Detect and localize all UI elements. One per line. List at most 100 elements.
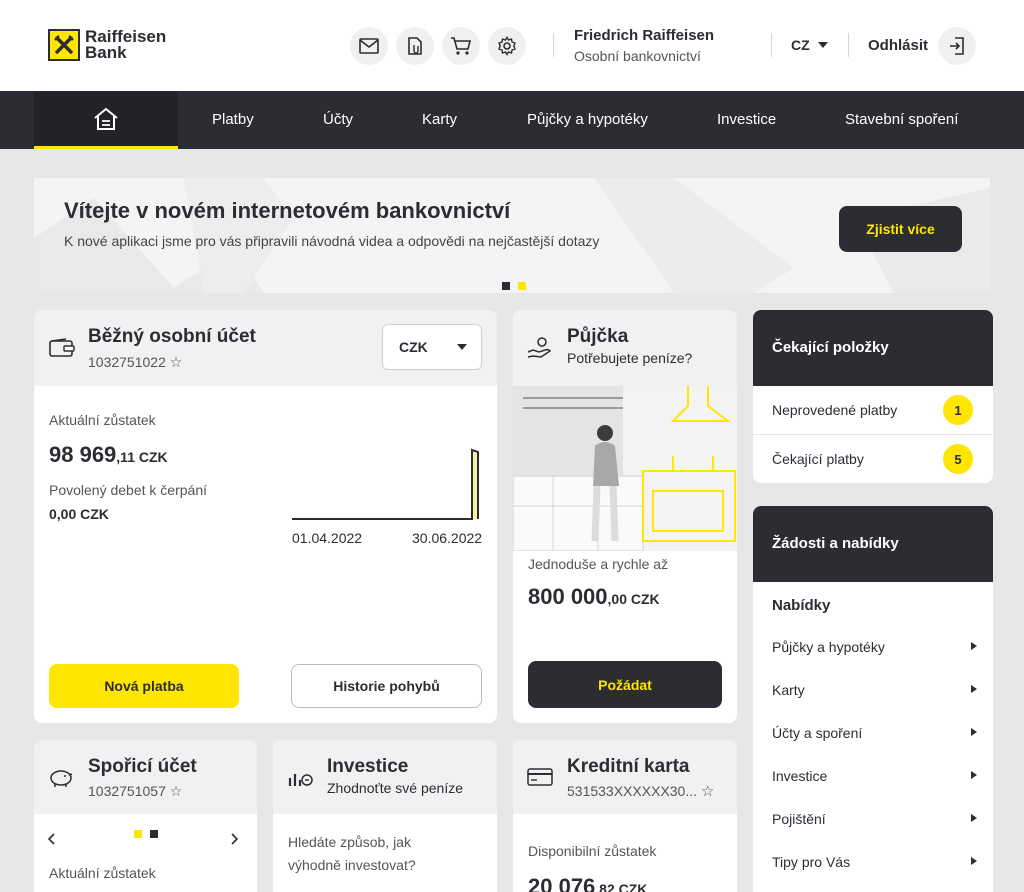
logo-text-line2: Bank (85, 43, 127, 62)
current-account-card: Běžný osobní účet 1032751022 ☆ CZK Aktuá… (34, 310, 497, 723)
favorite-star-icon[interactable]: ☆ (701, 782, 714, 800)
nav-item-stavebni-sporeni[interactable]: Stavební spoření (845, 111, 958, 128)
request-loan-button[interactable]: Požádat (528, 661, 722, 708)
chart-end-date: 30.06.2022 (412, 530, 483, 546)
count-badge: 5 (943, 444, 973, 474)
nav-home[interactable] (34, 91, 178, 149)
offer-item-investments[interactable]: Investice (753, 754, 993, 797)
banner-pagination (502, 282, 526, 290)
nav-item-pujcky[interactable]: Půjčky a hypotéky (527, 111, 648, 128)
home-icon (94, 107, 118, 130)
offer-item-insurance[interactable]: Pojištění (753, 797, 993, 840)
savings-number: 1032751057 ☆ (88, 783, 183, 799)
mail-icon[interactable] (350, 27, 388, 65)
offer-item-label: Karty (772, 681, 805, 698)
credit-card-title[interactable]: Kreditní karta (567, 756, 689, 778)
credit-card-number: 531533XXXXXX30... (567, 783, 697, 799)
investment-subtitle: Zhodnoťte své peníze (327, 780, 464, 796)
carousel-dot-active[interactable] (134, 830, 142, 838)
cart-icon[interactable] (442, 27, 480, 65)
header-divider (771, 33, 772, 57)
pending-row-label: Čekající platby (772, 451, 864, 467)
balance-label: Aktuální zůstatek (49, 412, 156, 428)
count-badge: 1 (943, 395, 973, 425)
pending-items-title: Čekající položky (753, 310, 993, 386)
overdraft-label: Povolený debet k čerpání (49, 482, 207, 498)
loan-title[interactable]: Půjčka (567, 326, 628, 348)
pending-row-failed-payments[interactable]: Neprovedené platby 1 (753, 386, 993, 434)
nav-item-platby[interactable]: Platby (212, 111, 254, 128)
nav-item-investice[interactable]: Investice (717, 111, 776, 128)
user-segment: Osobní bankovnictví (574, 48, 701, 64)
carousel-dot-active[interactable] (518, 282, 526, 290)
chevron-right-icon (971, 857, 977, 865)
investment-card: Investice Zhodnoťte své peníze Hledáte z… (273, 740, 497, 892)
loan-amount: 800 000,00 CZK (528, 584, 660, 609)
language-label: CZ (791, 37, 810, 53)
savings-title[interactable]: Spořicí účet (88, 756, 197, 778)
chevron-down-icon (817, 42, 828, 48)
credit-card-card: Kreditní karta 531533XXXXXX30... ☆ Dispo… (513, 740, 737, 892)
banner-title: Vítejte v novém internetovém bankovnictv… (64, 198, 511, 223)
logo-mark-icon (48, 29, 80, 61)
investment-title[interactable]: Investice (327, 756, 408, 778)
offer-item-label: Půjčky a hypotéky (772, 638, 885, 655)
welcome-banner: Vítejte v novém internetovém bankovnictv… (34, 178, 990, 293)
investment-text-line2: výhodně investovat? (288, 857, 416, 873)
offer-item-loans[interactable]: Půjčky a hypotéky (753, 625, 993, 668)
account-title[interactable]: Běžný osobní účet (88, 326, 256, 348)
piggy-bank-icon (50, 770, 73, 787)
currency-select[interactable]: CZK (382, 324, 482, 370)
balance-value: 98 969,11 CZK (49, 442, 168, 467)
requests-offers-card: Žádosti a nabídky Nabídky Půjčky a hypot… (753, 506, 993, 892)
header-divider (848, 33, 849, 57)
requests-offers-title: Žádosti a nabídky (753, 506, 993, 582)
chevron-right-icon[interactable] (230, 832, 240, 845)
language-select[interactable]: CZ (791, 37, 828, 53)
offer-item-cards[interactable]: Karty (753, 668, 993, 711)
offers-section-label: Nabídky (772, 597, 831, 614)
nav-item-karty[interactable]: Karty (422, 111, 457, 128)
transaction-history-button[interactable]: Historie pohybů (291, 664, 482, 708)
wallet-icon (49, 338, 75, 357)
chart-start-date: 01.04.2022 (292, 530, 363, 546)
banner-subtitle: K nové aplikaci jsme pro vás připravili … (64, 233, 600, 249)
available-balance-label: Disponibilní zůstatek (528, 843, 657, 859)
offer-item-tips[interactable]: Tipy pro Vás (753, 840, 993, 883)
growth-chart-icon (288, 774, 313, 786)
pending-items-card: Čekající položky Neprovedené platby 1 Če… (753, 310, 993, 483)
chevron-right-icon (971, 642, 977, 650)
chevron-right-icon (971, 728, 977, 736)
chevron-left-icon[interactable] (47, 832, 58, 845)
carousel-dot[interactable] (502, 282, 510, 290)
learn-more-button[interactable]: Zjistit více (839, 206, 962, 252)
balance-chart (292, 448, 479, 520)
investment-text-line1: Hledáte způsob, jak (288, 834, 411, 850)
loan-description: Jednoduše a rychle až (528, 556, 669, 572)
currency-value: CZK (399, 339, 428, 355)
offer-item-accounts[interactable]: Účty a spoření (753, 711, 993, 754)
raiffeisen-logo[interactable]: Raiffeisen Bank (48, 28, 166, 62)
chevron-right-icon (971, 814, 977, 822)
carousel-dot[interactable] (150, 830, 158, 838)
new-payment-button[interactable]: Nová platba (49, 664, 239, 708)
main-navigation: Platby Účty Karty Půjčky a hypotéky Inve… (0, 91, 1024, 149)
user-name[interactable]: Friedrich Raiffeisen (574, 27, 714, 44)
savings-pagination (134, 830, 158, 838)
pending-row-waiting-payments[interactable]: Čekající platby 5 (753, 435, 993, 483)
nav-item-ucty[interactable]: Účty (323, 111, 353, 128)
offer-item-label: Investice (772, 767, 828, 784)
documents-icon[interactable] (396, 27, 434, 65)
available-balance-value: 20 076,82 CZK (528, 874, 648, 892)
chevron-down-icon (457, 344, 467, 350)
logout-link[interactable]: Odhlásit (868, 37, 928, 54)
kitchen-photo (513, 386, 737, 551)
credit-card-icon (527, 768, 553, 786)
logout-icon[interactable] (938, 27, 976, 65)
loan-subtitle: Potřebujete peníze? (567, 350, 693, 366)
chevron-right-icon (971, 685, 977, 693)
pending-row-label: Neprovedené platby (772, 402, 898, 418)
gear-icon[interactable] (488, 27, 526, 65)
header: Raiffeisen Bank Friedrich Raiffeisen Oso… (0, 0, 1024, 91)
overdraft-value: 0,00 CZK (49, 506, 109, 522)
